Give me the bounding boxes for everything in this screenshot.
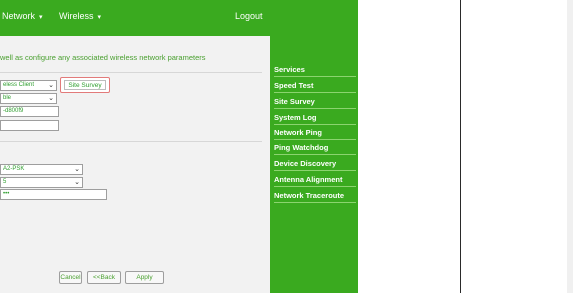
site-survey-label: Site Survey	[64, 80, 106, 90]
nav-network[interactable]: Network ▾	[2, 11, 43, 21]
top-nav-bar: Network ▾ Wireless ▾ Logout	[0, 0, 358, 36]
wireless-settings-panel: well as configure any associated wireles…	[0, 36, 270, 293]
apply-button[interactable]: Apply	[125, 271, 164, 284]
security-select[interactable]: A2-PSK ⌄	[0, 164, 83, 175]
sidebar-item-speed-test[interactable]: Speed Test	[274, 79, 356, 93]
wpa-key-input[interactable]: •••	[0, 189, 107, 200]
sidebar-item-ping-watchdog[interactable]: Ping Watchdog	[274, 141, 356, 155]
sidebar-item-system-log[interactable]: System Log	[274, 111, 356, 125]
nav-network-label: Network	[2, 11, 36, 21]
sidebar-item-site-survey[interactable]: Site Survey	[274, 95, 356, 109]
ssid-input[interactable]: -d800f9	[0, 106, 59, 117]
nav-wireless[interactable]: Wireless ▾	[59, 11, 101, 21]
logout-link[interactable]: Logout	[235, 11, 263, 21]
sidebar-item-device-discovery[interactable]: Device Discovery	[274, 157, 356, 171]
tools-sidebar: Services Speed Test Site Survey System L…	[270, 36, 358, 293]
sidebar-item-network-ping[interactable]: Network Ping	[274, 126, 356, 140]
nav-wireless-label: Wireless	[59, 11, 94, 21]
edge-strip	[567, 0, 573, 293]
enable-value: ble	[3, 95, 12, 101]
text-input[interactable]	[0, 120, 59, 131]
divider	[0, 141, 262, 142]
chevron-down-icon: ⌄	[48, 95, 54, 102]
security-value: A2-PSK	[3, 166, 25, 172]
wpa-key-value: •••	[3, 191, 10, 197]
cipher-select[interactable]: 5 ⌄	[0, 177, 83, 188]
wireless-mode-select[interactable]: eless Client ⌄	[0, 80, 57, 91]
enable-select[interactable]: ble ⌄	[0, 93, 57, 104]
site-survey-button[interactable]: Site Survey	[60, 77, 110, 93]
chevron-down-icon: ⌄	[74, 166, 80, 173]
cipher-value: 5	[3, 179, 7, 185]
ssid-value: -d800f9	[3, 108, 24, 114]
caret-down-icon: ▾	[97, 14, 102, 21]
caret-down-icon: ▾	[39, 14, 43, 21]
sidebar-item-services[interactable]: Services	[274, 63, 356, 77]
wireless-mode-value: eless Client	[3, 82, 35, 88]
chevron-down-icon: ⌄	[74, 179, 80, 186]
intro-text: well as configure any associated wireles…	[0, 53, 206, 62]
divider	[0, 72, 262, 73]
chevron-down-icon: ⌄	[48, 82, 54, 89]
cancel-button[interactable]: Cancel	[59, 271, 82, 284]
sidebar-item-network-traceroute[interactable]: Network Traceroute	[274, 189, 356, 203]
sidebar-item-antenna-alignment[interactable]: Antenna Alignment	[274, 173, 356, 187]
blank-panel	[461, 0, 573, 293]
back-button[interactable]: <<Back	[87, 271, 121, 284]
